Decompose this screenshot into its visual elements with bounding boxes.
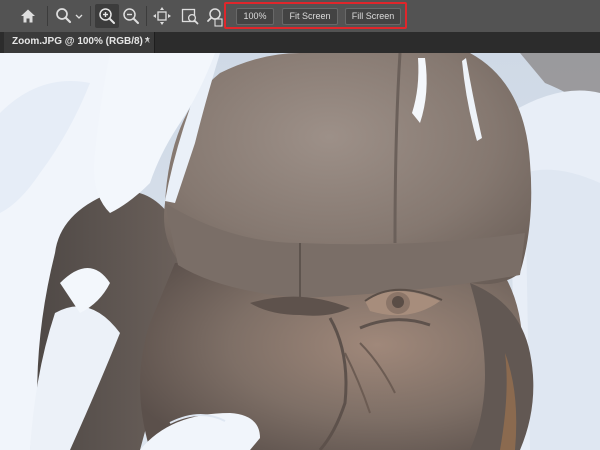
zoom-out-button[interactable] (119, 4, 143, 28)
close-icon[interactable]: × (144, 35, 150, 47)
zoom-tool-preset-button[interactable] (52, 4, 86, 28)
zoom-all-windows-button[interactable] (178, 4, 202, 28)
zoom-buttons-highlight: 100% Fit Screen Fill Screen (224, 2, 407, 29)
zoom-tool-icon (56, 8, 83, 24)
zoom-in-icon (99, 8, 115, 24)
document-tab-bar: Zoom.JPG @ 100% (RGB/8) * × (0, 32, 600, 54)
home-button[interactable] (16, 4, 40, 28)
fill-screen-button[interactable]: Fill Screen (345, 8, 401, 25)
toolbar-divider (146, 6, 147, 26)
zoom-100-percent-button[interactable]: 100% (236, 8, 274, 25)
toolbar-divider (47, 6, 48, 26)
fit-screen-button[interactable]: Fit Screen (282, 8, 338, 25)
resize-windows-icon (153, 7, 171, 25)
zoom-out-icon (123, 8, 139, 24)
scrubby-zoom-icon (207, 8, 223, 27)
home-icon (21, 9, 35, 23)
document-canvas[interactable] (0, 53, 600, 450)
zoom-in-button[interactable] (95, 4, 119, 28)
chevron-down-icon (75, 14, 83, 19)
toolbar-divider (90, 6, 91, 26)
options-bar: 100% Fit Screen Fill Screen (0, 0, 600, 33)
canvas-photo (0, 53, 600, 450)
document-tab[interactable]: Zoom.JPG @ 100% (RGB/8) * × (4, 32, 155, 53)
scrubby-zoom-toggle[interactable] (206, 4, 224, 28)
document-tab-title: Zoom.JPG @ 100% (RGB/8) * (12, 36, 150, 47)
resize-windows-button[interactable] (150, 4, 174, 28)
zoom-all-windows-icon (181, 8, 199, 25)
